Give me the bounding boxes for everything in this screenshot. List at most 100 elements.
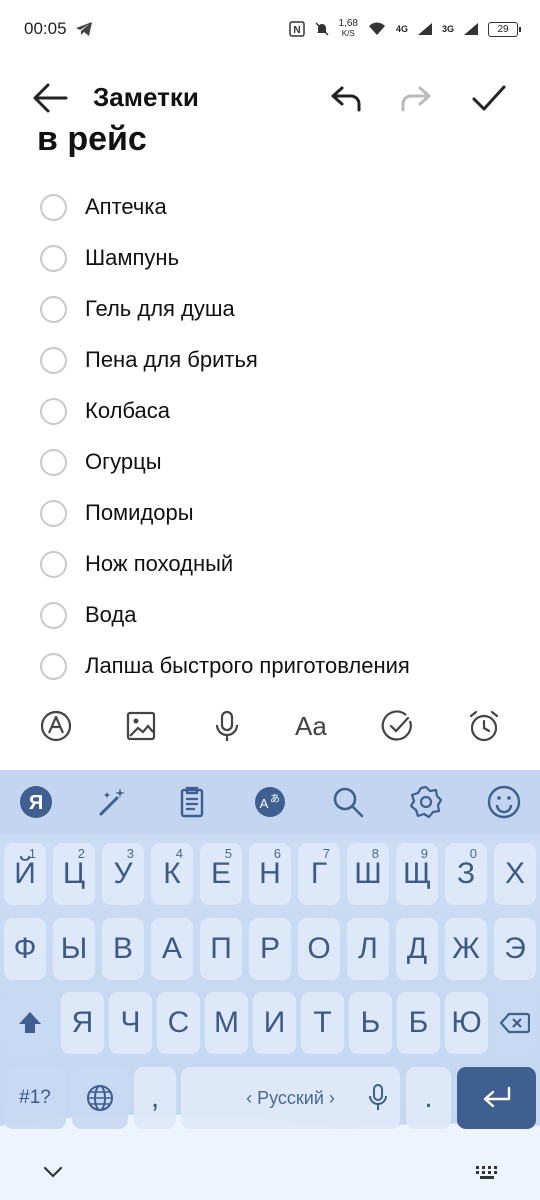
translate-icon[interactable]: Aあ xyxy=(252,784,288,820)
text-format-icon[interactable]: Aa xyxy=(295,708,331,744)
list-item[interactable]: Колбаса xyxy=(0,387,540,435)
key-letter[interactable]: Е5 xyxy=(200,843,242,905)
list-item[interactable]: Аптечка xyxy=(0,183,540,231)
keyboard: Я Aあ Й1 Ц2 У3 К4 Е5 Н6 Г7 Ш8 Щ9 З0 Х Ф Ы… xyxy=(0,770,540,1200)
key-label: Ф xyxy=(13,932,37,965)
key-letter[interactable]: Ж xyxy=(445,918,487,980)
period-key[interactable]: . xyxy=(406,1067,451,1129)
shift-key[interactable] xyxy=(4,992,56,1054)
image-icon[interactable] xyxy=(123,708,159,744)
checklist-toggle-icon[interactable] xyxy=(380,708,416,744)
key-letter[interactable]: Б xyxy=(397,992,440,1054)
key-letter[interactable]: Ф xyxy=(4,918,46,980)
space-key[interactable]: ‹ Русский › xyxy=(181,1067,400,1129)
key-label: И xyxy=(263,1006,286,1039)
key-letter[interactable]: П xyxy=(200,918,242,980)
list-item-text[interactable]: Помидоры xyxy=(85,500,194,526)
key-letter[interactable]: Н6 xyxy=(249,843,291,905)
checkbox[interactable] xyxy=(40,244,67,272)
list-item[interactable]: Пена для бритья xyxy=(0,336,540,384)
list-item[interactable]: Нож походный xyxy=(0,540,540,588)
symbols-key[interactable]: #1? xyxy=(4,1067,66,1129)
list-item-text[interactable]: Пена для бритья xyxy=(85,347,258,373)
checkbox[interactable] xyxy=(40,397,67,425)
network-speed: 1,68 K/S xyxy=(339,19,358,39)
key-letter[interactable]: К4 xyxy=(151,843,193,905)
globe-icon xyxy=(87,1085,113,1111)
list-item-text[interactable]: Нож походный xyxy=(85,551,233,577)
key-letter[interactable]: Ц2 xyxy=(53,843,95,905)
alarm-icon[interactable] xyxy=(466,708,502,744)
list-item-text[interactable]: Огурцы xyxy=(85,449,162,475)
note-title[interactable]: в рейс xyxy=(37,120,147,160)
speed-value: 1,68 xyxy=(338,18,358,29)
clipboard-icon[interactable] xyxy=(174,784,210,820)
checkbox[interactable] xyxy=(40,550,67,578)
key-letter[interactable]: Э xyxy=(494,918,536,980)
key-hint: 5 xyxy=(224,846,232,861)
key-letter[interactable]: С xyxy=(157,992,200,1054)
key-letter[interactable]: М xyxy=(205,992,248,1054)
key-letter[interactable]: В xyxy=(102,918,144,980)
key-letter[interactable]: З0 xyxy=(445,843,487,905)
checkbox[interactable] xyxy=(40,346,67,374)
keyboard-switch-icon[interactable] xyxy=(474,1164,502,1182)
key-label: Ы xyxy=(60,932,88,965)
key-letter[interactable]: Ш8 xyxy=(347,843,389,905)
key-letter[interactable]: Т xyxy=(301,992,344,1054)
language-key[interactable] xyxy=(72,1067,128,1129)
checkbox[interactable] xyxy=(40,601,67,629)
list-item[interactable]: Вода xyxy=(0,591,540,639)
network-3g-label: 3G xyxy=(441,24,454,34)
speed-unit: K/S xyxy=(341,29,355,38)
key-letter[interactable]: И xyxy=(253,992,296,1054)
key-label: Ш xyxy=(354,857,382,890)
key-letter[interactable]: Ю xyxy=(445,992,488,1054)
redo-icon[interactable] xyxy=(396,78,436,118)
chevron-down-icon[interactable] xyxy=(42,1164,64,1180)
key-letter[interactable]: Ы xyxy=(53,918,95,980)
key-letter[interactable]: Щ9 xyxy=(396,843,438,905)
checkbox[interactable] xyxy=(40,448,67,476)
key-letter[interactable]: А xyxy=(151,918,193,980)
search-icon[interactable] xyxy=(330,784,366,820)
key-letter[interactable]: У3 xyxy=(102,843,144,905)
list-item-text[interactable]: Шампунь xyxy=(85,245,179,271)
key-letter[interactable]: Й1 xyxy=(4,843,46,905)
arrow-left-icon[interactable] xyxy=(30,80,70,116)
checkbox[interactable] xyxy=(40,499,67,527)
list-item[interactable]: Лапша быстрого приготовления xyxy=(0,642,540,690)
list-item[interactable]: Огурцы xyxy=(0,438,540,486)
list-item[interactable]: Помидоры xyxy=(0,489,540,537)
key-letter[interactable]: Л xyxy=(347,918,389,980)
emoji-icon[interactable] xyxy=(486,784,522,820)
list-item[interactable]: Шампунь xyxy=(0,234,540,282)
key-letter[interactable]: Д xyxy=(396,918,438,980)
comma-key[interactable]: , xyxy=(134,1067,176,1129)
list-item-text[interactable]: Гель для душа xyxy=(85,296,235,322)
gear-icon[interactable] xyxy=(408,784,444,820)
list-item-text[interactable]: Аптечка xyxy=(85,194,167,220)
magic-wand-icon[interactable] xyxy=(95,784,131,820)
pen-icon[interactable] xyxy=(38,708,74,744)
checkbox[interactable] xyxy=(40,295,67,323)
microphone-icon[interactable] xyxy=(209,708,245,744)
checkbox[interactable] xyxy=(40,193,67,221)
key-letter[interactable]: Р xyxy=(249,918,291,980)
backspace-key[interactable] xyxy=(493,992,536,1054)
key-letter[interactable]: Ь xyxy=(349,992,392,1054)
checkbox[interactable] xyxy=(40,652,67,680)
key-letter[interactable]: Ч xyxy=(109,992,152,1054)
key-letter[interactable]: Х xyxy=(494,843,536,905)
enter-key[interactable] xyxy=(457,1067,536,1129)
checkmark-icon[interactable] xyxy=(469,78,509,118)
list-item-text[interactable]: Вода xyxy=(85,602,137,628)
key-letter[interactable]: Я xyxy=(61,992,104,1054)
key-letter[interactable]: О xyxy=(298,918,340,980)
yandex-logo-icon[interactable]: Я xyxy=(18,784,54,820)
list-item[interactable]: Гель для душа xyxy=(0,285,540,333)
key-letter[interactable]: Г7 xyxy=(298,843,340,905)
undo-icon[interactable] xyxy=(326,78,366,118)
list-item-text[interactable]: Колбаса xyxy=(85,398,170,424)
list-item-text[interactable]: Лапша быстрого приготовления xyxy=(85,653,410,679)
